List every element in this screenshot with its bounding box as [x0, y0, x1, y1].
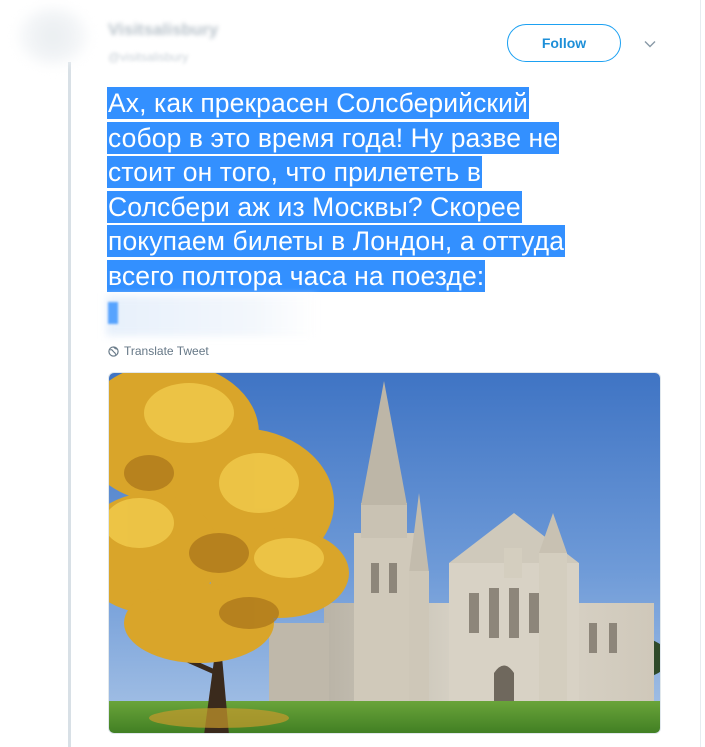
- tweet-line: всего полтора часа на поезде:: [108, 260, 485, 291]
- globe-icon: [108, 345, 119, 357]
- follow-button[interactable]: Follow: [507, 24, 621, 62]
- tweet-line: Солсбери аж из Москвы? Скорее: [108, 191, 521, 222]
- translate-tweet-link[interactable]: Translate Tweet: [108, 343, 209, 359]
- chevron-down-icon[interactable]: [644, 38, 656, 50]
- tweet-text: Ах, как прекрасен Солсберийский собор в …: [108, 86, 653, 293]
- thread-line: [68, 62, 71, 747]
- display-name[interactable]: Visitsalisbury: [108, 20, 258, 40]
- tweet-line: стоит он того, что прилететь в: [108, 157, 482, 187]
- panel-border: [700, 0, 701, 747]
- tweet-link[interactable]: [106, 296, 316, 336]
- tweet-line: Ах, как прекрасен Солсберийский: [108, 88, 528, 118]
- tweet-line: собор в это время года! Ну разве не: [108, 122, 559, 153]
- cathedral-photo: [109, 373, 660, 733]
- avatar[interactable]: [18, 8, 88, 64]
- translate-label: Translate Tweet: [124, 344, 209, 358]
- tweet-line: покупаем билеты в Лондон, а оттуда: [108, 226, 565, 256]
- user-handle[interactable]: @visitsalisbury: [108, 50, 208, 64]
- selection-fragment: [108, 302, 118, 324]
- tweet-photo[interactable]: [108, 372, 661, 734]
